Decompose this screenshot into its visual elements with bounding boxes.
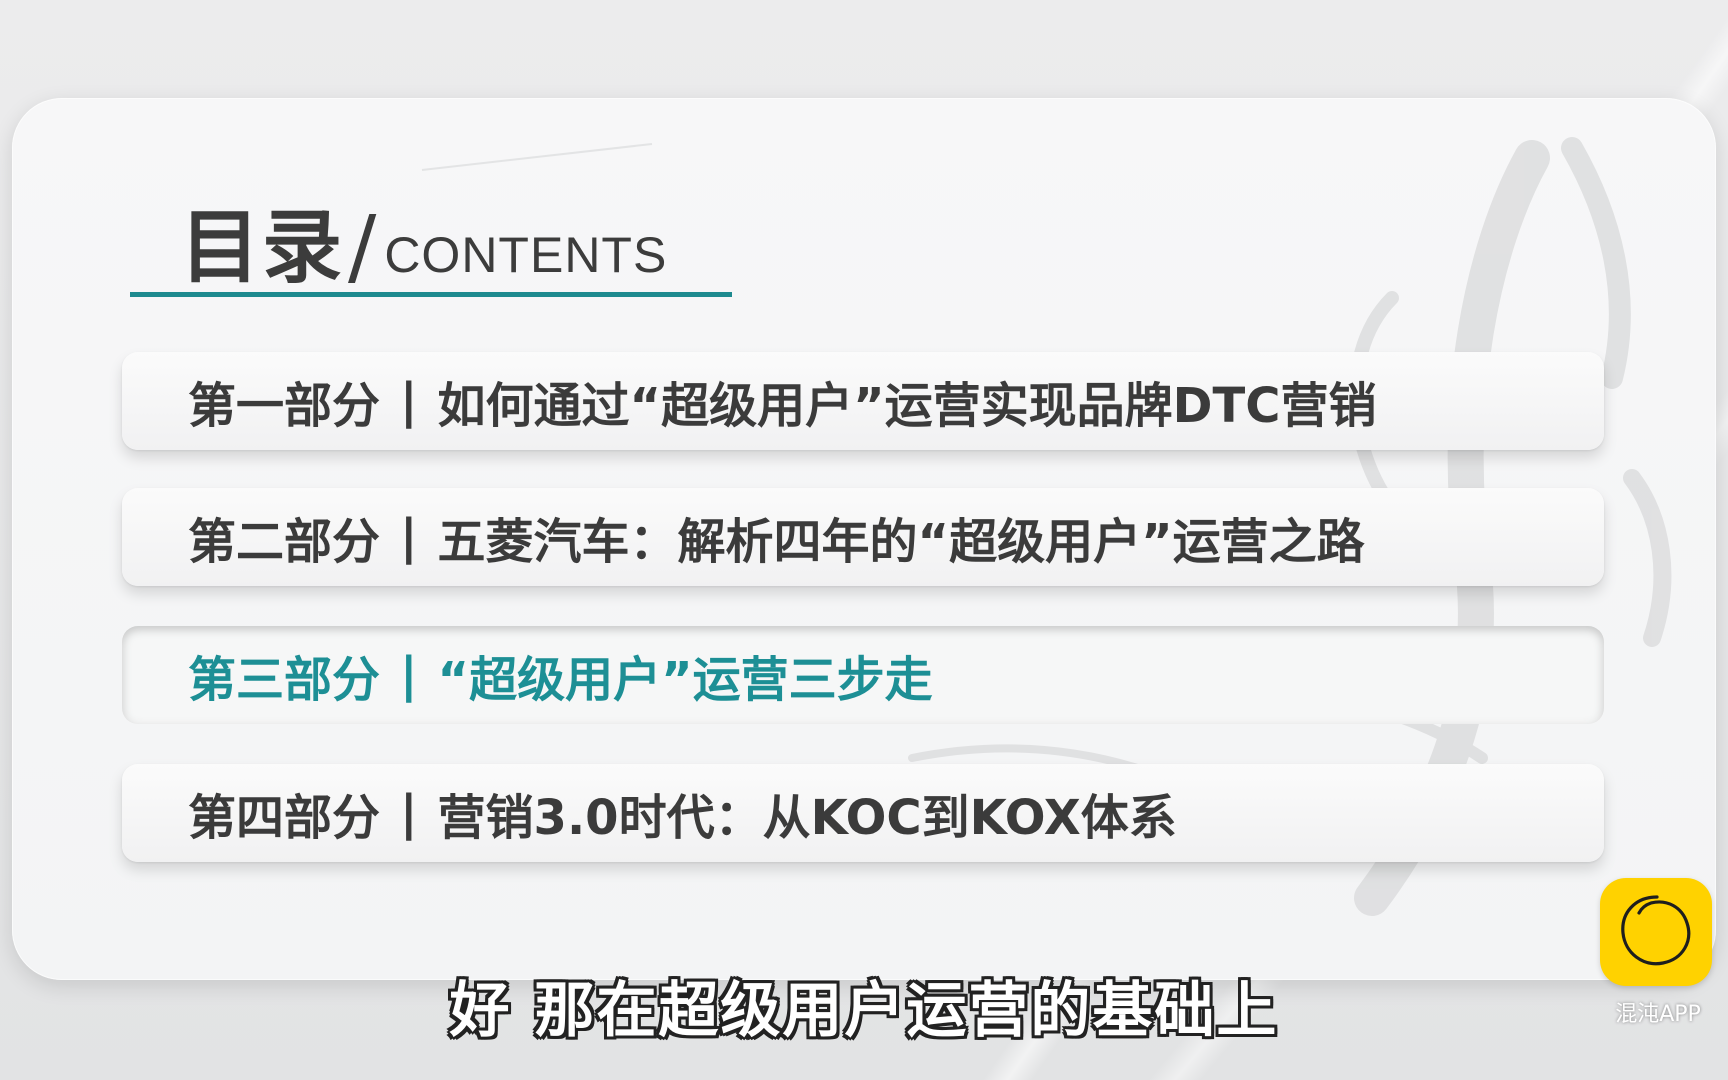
toc-item-text: 如何通过“超级用户”运营实现品牌DTC营销: [437, 378, 1377, 434]
toc-item-part-label: 第一部分: [188, 378, 381, 434]
toc-item-part-label: 第四部分: [188, 790, 381, 846]
toc-item-text: 营销3.0时代：从KOC到KOX体系: [437, 790, 1177, 846]
toc-item-text: “超级用户”运营三步走: [437, 652, 933, 708]
title-chinese: 目录: [180, 201, 344, 294]
watermark-label: 混沌APP: [1615, 1002, 1701, 1027]
toc-item-separator: |: [400, 509, 418, 565]
toc-item-part-1[interactable]: 第一部分 | 如何通过“超级用户”运营实现品牌DTC营销: [122, 352, 1604, 450]
toc-item-part-label: 第二部分: [188, 514, 381, 570]
toc-item-separator: |: [400, 647, 418, 703]
title-english: CONTENTS: [384, 227, 668, 283]
toc-item-part-label: 第三部分: [188, 652, 381, 708]
toc-item-part-2[interactable]: 第二部分 | 五菱汽车：解析四年的“超级用户”运营之路: [122, 488, 1604, 586]
toc-item-part-3[interactable]: 第三部分 | “超级用户”运营三步走: [122, 626, 1604, 724]
toc-item-separator: |: [400, 785, 418, 841]
video-subtitle: 好 那在超级用户运营的基础上: [449, 976, 1279, 1046]
toc-item-part-4[interactable]: 第四部分 | 营销3.0时代：从KOC到KOX体系: [122, 764, 1604, 862]
title-slash: /: [348, 197, 377, 295]
toc-item-text: 五菱汽车：解析四年的“超级用户”运营之路: [437, 514, 1365, 570]
circle-logo-icon: [1621, 895, 1691, 966]
app-logo: [1600, 878, 1712, 986]
title-underline: [130, 292, 732, 297]
toc-item-separator: |: [400, 373, 418, 429]
contents-title: 目录 / CONTENTS: [180, 188, 667, 288]
